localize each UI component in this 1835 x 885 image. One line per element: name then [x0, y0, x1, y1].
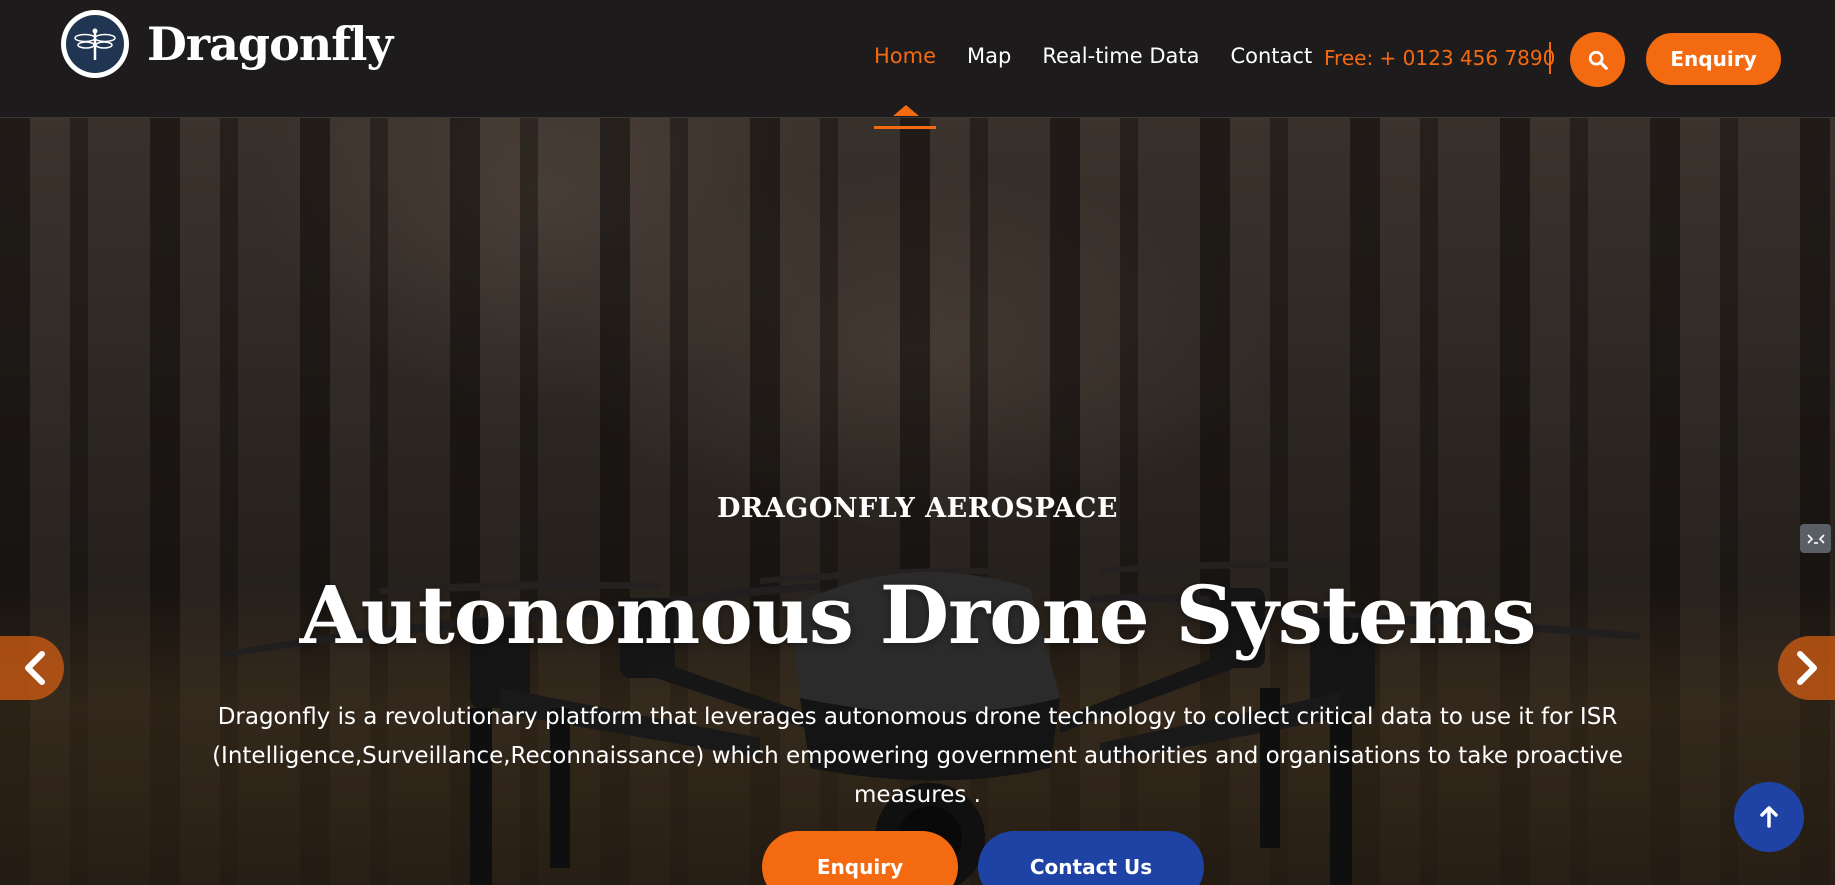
nav-item-contact[interactable]: Contact — [1230, 44, 1312, 68]
chevron-right-icon — [1797, 651, 1817, 685]
chevron-left-icon — [25, 651, 45, 685]
hero-eyebrow: DRAGONFLY AEROSPACE — [717, 493, 1118, 524]
active-nav-indicator — [893, 105, 919, 116]
site-header: Dragonfly Home Map Real-time Data Contac… — [0, 0, 1835, 129]
nav-item-real-time-data[interactable]: Real-time Data — [1042, 44, 1199, 68]
nav-item-home[interactable]: Home — [874, 44, 937, 129]
phone-number[interactable]: Free: + 0123 456 7890 — [1324, 46, 1555, 70]
search-icon — [1588, 50, 1608, 70]
nav-item-map[interactable]: Map — [967, 44, 1011, 68]
carousel-prev-button[interactable] — [0, 636, 64, 700]
hero-enquiry-button[interactable]: Enquiry — [762, 831, 958, 885]
hero-title: Autonomous Drone Systems — [299, 568, 1537, 662]
hero-contact-button[interactable]: Contact Us — [978, 831, 1204, 885]
hero-description-line: (Intelligence,Surveillance,Reconnaissanc… — [212, 743, 1623, 808]
brand-name: Dragonfly — [147, 17, 393, 71]
search-button[interactable] — [1570, 32, 1625, 87]
enquiry-button[interactable]: Enquiry — [1646, 33, 1781, 85]
arrow-up-icon — [1760, 806, 1778, 828]
hero-description-line: Dragonfly is a revolutionary platform th… — [217, 704, 1618, 730]
dev-tools-icon[interactable] — [1800, 524, 1831, 553]
divider — [1549, 42, 1551, 74]
scroll-to-top-button[interactable] — [1734, 782, 1804, 852]
brand[interactable]: Dragonfly — [61, 10, 393, 78]
hero-description: Dragonfly is a revolutionary platform th… — [190, 698, 1645, 815]
main-nav: Home Map Real-time Data Contact — [874, 44, 1343, 129]
dragonfly-logo-icon — [61, 10, 129, 78]
carousel-next-button[interactable] — [1778, 636, 1835, 700]
